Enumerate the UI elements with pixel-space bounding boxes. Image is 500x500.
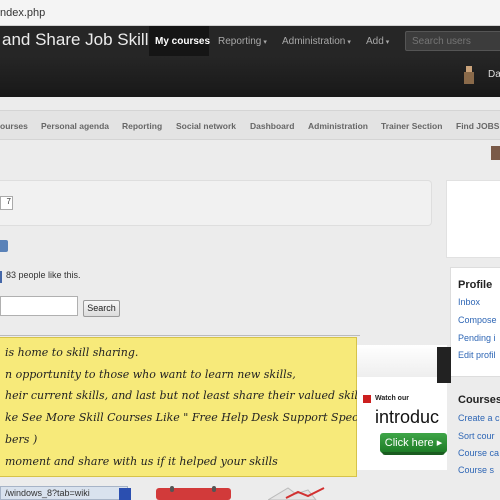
like-count-text: 83 people like this. bbox=[6, 270, 81, 280]
nav-administration-label: Administration bbox=[282, 36, 346, 47]
cnav-personal-agenda[interactable]: Personal agenda bbox=[41, 121, 109, 131]
chevron-down-icon: ▾ bbox=[385, 39, 390, 46]
search-input[interactable] bbox=[0, 296, 78, 316]
right-sidebar: Profile Inbox Compose Pending i Edit pro… bbox=[446, 180, 500, 480]
note-line: bers ) bbox=[5, 433, 38, 446]
nav-reporting[interactable]: Reporting ▾ bbox=[218, 36, 267, 47]
nav-administration[interactable]: Administration ▾ bbox=[282, 36, 351, 47]
like-icon bbox=[0, 271, 2, 283]
sidebar-link-sort-courses[interactable]: Sort cour bbox=[458, 431, 495, 441]
sidebar-link-compose[interactable]: Compose bbox=[458, 315, 497, 325]
cnav-administration[interactable]: Administration bbox=[308, 121, 368, 131]
app-thumbnail-icon[interactable] bbox=[117, 486, 133, 500]
ad-background bbox=[357, 345, 447, 377]
search-button[interactable]: Search bbox=[83, 300, 120, 317]
status-link-url: /windows_8?tab=wiki bbox=[0, 486, 128, 500]
nav-my-courses[interactable]: My courses bbox=[155, 36, 210, 47]
profile-heading: Profile bbox=[458, 279, 493, 291]
avatar[interactable] bbox=[491, 146, 500, 160]
sidebar-link-inbox[interactable]: Inbox bbox=[458, 297, 480, 307]
nav-add-label: Add bbox=[366, 36, 384, 47]
ad-watch-label: Watch our bbox=[375, 395, 409, 402]
note-line: n opportunity to those who want to learn… bbox=[5, 368, 296, 381]
sidebar-link-edit-profile[interactable]: Edit profil bbox=[458, 350, 496, 360]
chart-icon[interactable] bbox=[268, 486, 338, 500]
ad-graphic bbox=[437, 347, 451, 383]
top-navigation-bar: and Share Job Skills My courses Reportin… bbox=[0, 26, 500, 56]
cnav-social-network[interactable]: Social network bbox=[176, 121, 236, 131]
cnav-dashboard[interactable]: Dashboard bbox=[250, 121, 294, 131]
sidebar-block bbox=[446, 180, 500, 258]
page-number-field[interactable]: 7 bbox=[0, 196, 13, 210]
cnav-find-jobs[interactable]: Find JOBS ( bbox=[456, 121, 500, 131]
browser-address-bar[interactable]: ndex.php bbox=[0, 0, 500, 26]
note-line: moment and share with us if it helped yo… bbox=[5, 455, 278, 468]
video-icon bbox=[363, 395, 371, 403]
sidebar-link-course-categories[interactable]: Course ca bbox=[458, 448, 499, 458]
chevron-down-icon: ▾ bbox=[347, 39, 351, 46]
address-url[interactable]: ndex.php bbox=[0, 7, 45, 19]
cnav-trainer-section[interactable]: Trainer Section bbox=[381, 121, 442, 131]
nav-my-courses-label: My courses bbox=[155, 36, 211, 47]
user-avatar-icon[interactable] bbox=[464, 66, 474, 84]
sidebar-link-create-course[interactable]: Create a c bbox=[458, 413, 500, 423]
ad-banner[interactable]: Watch our introduc Click here ▸ bbox=[357, 345, 451, 470]
calendar-icon[interactable] bbox=[156, 486, 231, 500]
courses-heading: Courses bbox=[458, 394, 500, 406]
content-panel: 7 bbox=[0, 180, 432, 226]
divider bbox=[0, 335, 360, 336]
chevron-down-icon: ▾ bbox=[263, 39, 267, 46]
sidebar-link-pending[interactable]: Pending i bbox=[458, 333, 496, 343]
ad-click-here-button[interactable]: Click here ▸ bbox=[380, 433, 447, 455]
sticky-note: is home to skill sharing. n opportunity … bbox=[0, 337, 385, 477]
course-navigation-bar: ourses Personal agenda Reporting Social … bbox=[0, 110, 500, 140]
site-title[interactable]: and Share Job Skills bbox=[2, 30, 157, 50]
nav-add[interactable]: Add ▾ bbox=[366, 36, 389, 47]
like-button[interactable] bbox=[0, 240, 8, 252]
note-line: is home to skill sharing. bbox=[5, 346, 139, 359]
sidebar-link-course-settings[interactable]: Course s bbox=[458, 465, 494, 475]
search-users-input[interactable] bbox=[405, 31, 500, 51]
nav-reporting-label: Reporting bbox=[218, 36, 262, 47]
note-line: ke See More Skill Courses Like " Free He… bbox=[5, 411, 386, 424]
user-name[interactable]: Da bbox=[488, 69, 500, 80]
note-line: heir current skills, and last but not le… bbox=[5, 389, 371, 402]
cnav-reporting[interactable]: Reporting bbox=[122, 121, 162, 131]
header-banner: Da bbox=[0, 56, 500, 97]
ad-intro-text: introduc bbox=[375, 407, 440, 427]
cnav-courses[interactable]: ourses bbox=[0, 121, 28, 131]
